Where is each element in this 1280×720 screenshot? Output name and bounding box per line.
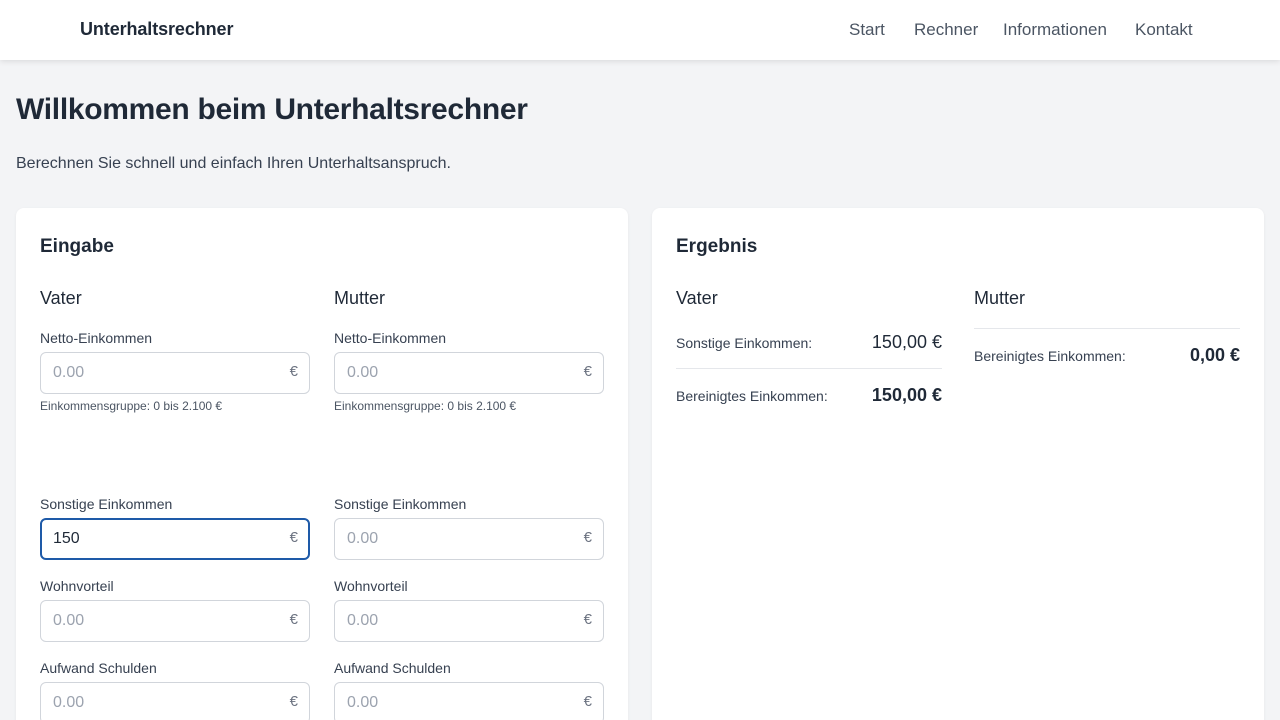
mutter-schulden-currency: €: [583, 693, 592, 710]
vater-result-label: Bereinigtes Einkommen:: [676, 388, 828, 404]
nav-link-kontakt[interactable]: Kontakt: [1135, 20, 1193, 40]
mutter-wohn-label: Wohnvorteil: [334, 578, 408, 594]
vater-result-value: 150,00 €: [871, 385, 942, 405]
mutter-input-heading: Mutter: [334, 288, 386, 308]
vater-result-label: Sonstige Einkommen:: [676, 335, 813, 351]
vater-netto-input[interactable]: [40, 352, 310, 394]
mutter-sonstige-input[interactable]: [334, 518, 604, 560]
vater-result-heading: Vater: [676, 288, 718, 308]
result-card: Ergebnis Vater Sonstige Einkommen: 150,0…: [652, 208, 1264, 720]
mutter-netto-label: Netto-Einkommen: [334, 330, 447, 346]
mutter-sonstige-wrap: €: [334, 518, 604, 560]
top-navbar: Unterhaltsrechner Start Rechner Informat…: [0, 0, 1280, 60]
mutter-sonstige-label: Sonstige Einkommen: [334, 496, 467, 512]
vater-schulden-label: Aufwand Schulden: [40, 660, 157, 676]
page-title: Willkommen beim Unterhaltsrechner: [16, 93, 528, 126]
mutter-result-heading: Mutter: [974, 288, 1026, 308]
vater-result-row-bereinigt: Bereinigtes Einkommen: 150,00 €: [676, 385, 942, 425]
result-card-title: Ergebnis: [676, 236, 758, 257]
vater-netto-label: Netto-Einkommen: [40, 330, 153, 346]
mutter-wohn-input[interactable]: [334, 600, 604, 642]
nav-link-start[interactable]: Start: [849, 20, 885, 40]
mutter-netto-hint: Einkommensgruppe: 0 bis 2.100 €: [334, 399, 517, 413]
mutter-result-value: 0,00 €: [1189, 345, 1240, 365]
mutter-schulden-label: Aufwand Schulden: [334, 660, 451, 676]
vater-input-heading: Vater: [40, 288, 82, 308]
vater-netto-wrap: €: [40, 352, 310, 394]
mutter-wohn-wrap: €: [334, 600, 604, 642]
mutter-netto-input[interactable]: [334, 352, 604, 394]
mutter-netto-wrap: €: [334, 352, 604, 394]
vater-result-divider: [676, 368, 942, 369]
vater-sonstige-currency: €: [289, 529, 298, 546]
mutter-result-divider: [974, 328, 1240, 329]
vater-netto-currency: €: [289, 363, 298, 380]
mutter-schulden-wrap: €: [334, 682, 604, 720]
vater-schulden-currency: €: [289, 693, 298, 710]
mutter-result-label: Bereinigtes Einkommen:: [974, 348, 1126, 364]
nav-link-informationen[interactable]: Informationen: [1003, 20, 1107, 40]
mutter-netto-currency: €: [583, 363, 592, 380]
vater-wohn-label: Wohnvorteil: [40, 578, 114, 594]
mutter-result-row-bereinigt: Bereinigtes Einkommen: 0,00 €: [974, 345, 1240, 385]
mutter-schulden-input[interactable]: [334, 682, 604, 720]
nav-link-rechner[interactable]: Rechner: [914, 20, 978, 40]
vater-sonstige-wrap: €: [40, 518, 310, 560]
vater-wohn-wrap: €: [40, 600, 310, 642]
vater-sonstige-input[interactable]: [40, 518, 310, 560]
input-card-title: Eingabe: [40, 236, 114, 257]
vater-result-value: 150,00 €: [871, 332, 942, 352]
vater-schulden-input[interactable]: [40, 682, 310, 720]
mutter-wohn-currency: €: [583, 611, 592, 628]
page-subtitle: Berechnen Sie schnell und einfach Ihren …: [16, 155, 451, 172]
vater-result-row-sonstige: Sonstige Einkommen: 150,00 €: [676, 332, 942, 372]
vater-wohn-currency: €: [289, 611, 298, 628]
vater-netto-hint: Einkommensgruppe: 0 bis 2.100 €: [40, 399, 223, 413]
mutter-sonstige-currency: €: [583, 529, 592, 546]
vater-wohn-input[interactable]: [40, 600, 310, 642]
brand-logo-text[interactable]: Unterhaltsrechner: [80, 19, 233, 40]
vater-sonstige-label: Sonstige Einkommen: [40, 496, 173, 512]
input-card: Eingabe Vater Netto-Einkommen € Einkomme…: [16, 208, 628, 720]
vater-schulden-wrap: €: [40, 682, 310, 720]
